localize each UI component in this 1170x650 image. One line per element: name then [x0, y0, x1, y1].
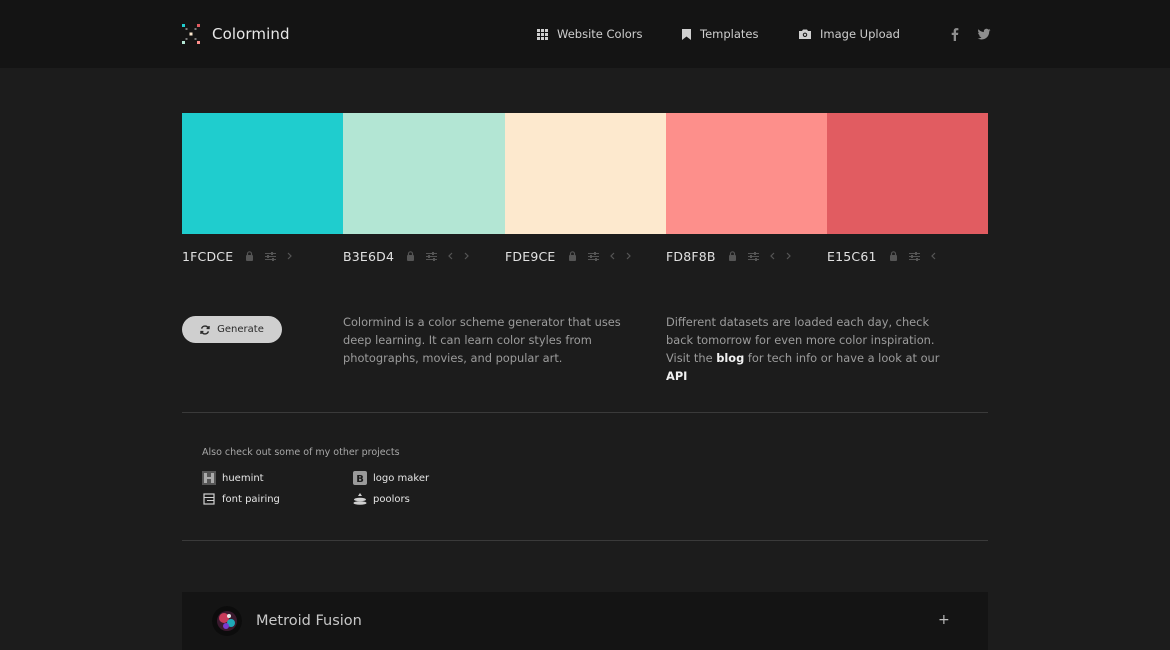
bookmark-icon — [682, 28, 691, 40]
lock-icon[interactable] — [889, 251, 898, 261]
generate-button[interactable]: Generate — [182, 316, 282, 343]
divider — [182, 540, 988, 541]
hex-code[interactable]: FD8F8B — [666, 249, 716, 264]
datasets-text-2: for tech info or have a look at our — [747, 351, 940, 365]
logo-maker-icon: B — [353, 471, 367, 485]
chevron-right-icon[interactable] — [786, 252, 791, 260]
refresh-icon — [200, 324, 210, 335]
project-label: logo maker — [373, 472, 430, 484]
featured-palette-card[interactable]: Metroid Fusion + — [182, 592, 988, 650]
nav-label: Website Colors — [557, 27, 643, 41]
adjust-icon[interactable] — [265, 251, 277, 261]
color-swatch-1[interactable] — [182, 113, 343, 234]
logo-text: Colormind — [212, 25, 290, 43]
svg-text:B: B — [356, 474, 364, 485]
chevron-left-icon[interactable] — [609, 252, 615, 260]
camera-icon — [799, 29, 811, 39]
color-swatch-5[interactable] — [827, 113, 988, 234]
adjust-icon[interactable] — [587, 251, 599, 261]
top-header: Colormind Website Colors Templates Image… — [0, 0, 1170, 68]
logo[interactable]: Colormind — [181, 23, 290, 45]
nav-label: Image Upload — [820, 27, 900, 41]
swatch-controls-1: 1FCDCE — [182, 247, 303, 265]
swatch-controls-2: B3E6D4 — [343, 247, 480, 265]
adjust-icon[interactable] — [426, 251, 438, 261]
adjust-icon[interactable] — [747, 251, 759, 261]
facebook-icon[interactable] — [948, 27, 962, 41]
swatch-controls-3: FDE9CE — [505, 247, 642, 265]
project-label: font pairing — [222, 493, 280, 505]
color-swatch-2[interactable] — [343, 113, 505, 234]
nav-templates[interactable]: Templates — [682, 27, 758, 41]
hex-code[interactable]: 1FCDCE — [182, 249, 233, 264]
hex-code[interactable]: E15C61 — [827, 249, 877, 264]
nav-website-colors[interactable]: Website Colors — [537, 27, 643, 41]
blog-link[interactable]: blog — [716, 351, 744, 365]
intro-description: Colormind is a color scheme generator th… — [343, 315, 621, 365]
project-label: huemint — [222, 472, 264, 484]
poolors-icon — [353, 492, 367, 506]
lock-icon[interactable] — [728, 251, 737, 261]
expand-icon[interactable]: + — [938, 612, 950, 628]
twitter-icon[interactable] — [977, 27, 991, 41]
project-label: poolors — [373, 493, 410, 505]
datasets-description: Different datasets are loaded each day, … — [666, 313, 956, 385]
api-link[interactable]: API — [666, 369, 687, 383]
generate-label: Generate — [217, 324, 264, 335]
chevron-left-icon[interactable] — [769, 252, 775, 260]
metroid-fusion-thumbnail — [212, 606, 242, 636]
divider — [182, 412, 988, 413]
color-swatch-3[interactable] — [505, 113, 666, 234]
font-pairing-icon — [202, 492, 216, 506]
featured-title: Metroid Fusion — [256, 613, 362, 629]
nav-label: Templates — [700, 27, 759, 41]
projects-title: Also check out some of my other projects — [202, 447, 400, 458]
project-logo-maker[interactable]: B logo maker — [353, 471, 429, 485]
color-swatch-4[interactable] — [666, 113, 827, 234]
colormind-logo-icon — [182, 24, 200, 44]
hex-code[interactable]: FDE9CE — [505, 249, 556, 264]
lock-icon[interactable] — [568, 251, 577, 261]
adjust-icon[interactable] — [908, 251, 920, 261]
chevron-left-icon[interactable] — [448, 252, 453, 260]
project-huemint[interactable]: huemint — [202, 471, 264, 485]
project-poolors[interactable]: poolors — [353, 492, 410, 506]
hex-code[interactable]: B3E6D4 — [343, 249, 394, 264]
swatch-controls-5: E15C61 — [827, 247, 947, 265]
nav-image-upload[interactable]: Image Upload — [799, 27, 900, 41]
lock-icon[interactable] — [245, 251, 254, 261]
huemint-icon — [202, 471, 216, 485]
chevron-right-icon[interactable] — [464, 252, 470, 260]
project-font-pairing[interactable]: font pairing — [202, 492, 280, 506]
grid-icon — [537, 28, 548, 40]
chevron-right-icon[interactable] — [287, 252, 293, 260]
chevron-left-icon[interactable] — [930, 252, 936, 260]
chevron-right-icon[interactable] — [626, 252, 631, 260]
swatch-controls-4: FD8F8B — [666, 247, 802, 265]
lock-icon[interactable] — [406, 251, 415, 261]
